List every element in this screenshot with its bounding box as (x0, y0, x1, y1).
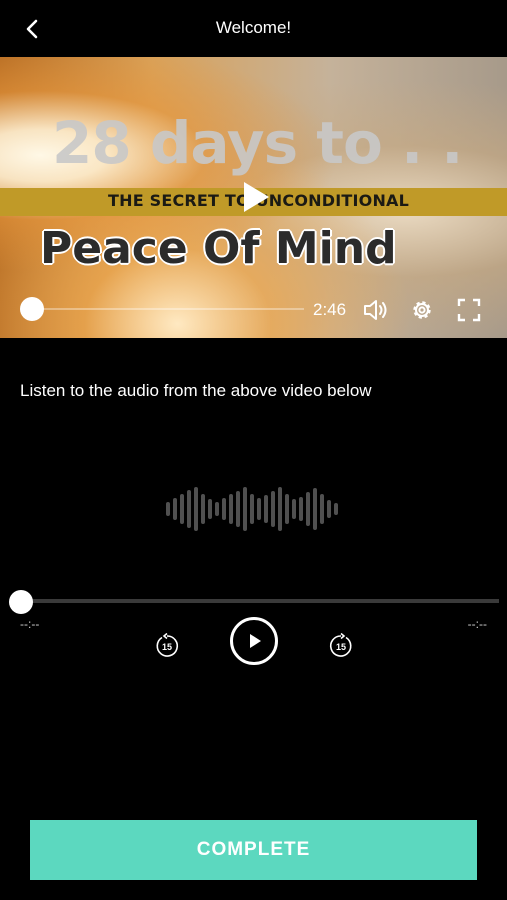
video-duration: 2:46 (313, 300, 347, 319)
audio-instructions: Listen to the audio from the above video… (20, 381, 372, 400)
waveform-bar (306, 492, 310, 526)
top-bar: Welcome! (0, 0, 507, 57)
audio-progress-handle[interactable] (9, 590, 33, 614)
waveform-bar (334, 503, 338, 515)
waveform-bar (320, 494, 324, 524)
waveform-bar (292, 499, 296, 519)
waveform-icon (166, 486, 342, 532)
waveform-bar (229, 494, 233, 524)
rewind-seconds-label: 15 (162, 642, 172, 652)
waveform-bar (236, 491, 240, 527)
video-player[interactable]: 28 days to . . THE SECRET TO UNCONDITION… (0, 57, 507, 338)
audio-progress-track[interactable] (20, 599, 499, 603)
waveform-bar (250, 494, 254, 524)
waveform-bar (215, 502, 219, 516)
waveform-bar (201, 494, 205, 524)
volume-icon[interactable] (362, 297, 388, 323)
waveform-bar (271, 491, 275, 527)
waveform-bar (180, 494, 184, 524)
waveform-bar (327, 500, 331, 518)
waveform-bar (194, 487, 198, 531)
waveform-bar (264, 495, 268, 523)
page-title: Welcome! (215, 18, 292, 37)
waveform-bar (208, 499, 212, 519)
video-progress-handle[interactable] (20, 297, 44, 321)
waveform-bar (173, 498, 177, 520)
play-icon[interactable] (242, 181, 270, 213)
video-thumbnail-headline: 28 days to . . (52, 109, 463, 177)
video-progress-track[interactable] (22, 308, 304, 310)
forward-15-button[interactable]: 15 (328, 632, 354, 659)
waveform-bar (313, 488, 317, 530)
settings-gear-icon[interactable] (409, 297, 435, 323)
video-thumbnail-title: Peace Of Mind (40, 223, 397, 274)
rewind-15-icon: 15 (156, 632, 179, 657)
waveform-bar (243, 487, 247, 531)
audio-play-button[interactable] (229, 616, 279, 666)
waveform-bar (222, 498, 226, 520)
waveform-bar (257, 498, 261, 520)
play-icon (230, 617, 278, 665)
forward-15-icon: 15 (329, 632, 352, 657)
forward-seconds-label: 15 (336, 642, 346, 652)
audio-elapsed-time: --:-- (20, 617, 40, 631)
fullscreen-icon[interactable] (456, 297, 482, 323)
waveform-bar (278, 487, 282, 531)
waveform-bar (166, 502, 170, 516)
waveform-bar (285, 494, 289, 524)
complete-button[interactable]: COMPLETE (30, 820, 477, 880)
audio-remaining-time: --:-- (467, 617, 487, 631)
waveform-bar (187, 490, 191, 528)
rewind-15-button[interactable]: 15 (154, 632, 180, 659)
waveform-bar (299, 497, 303, 521)
